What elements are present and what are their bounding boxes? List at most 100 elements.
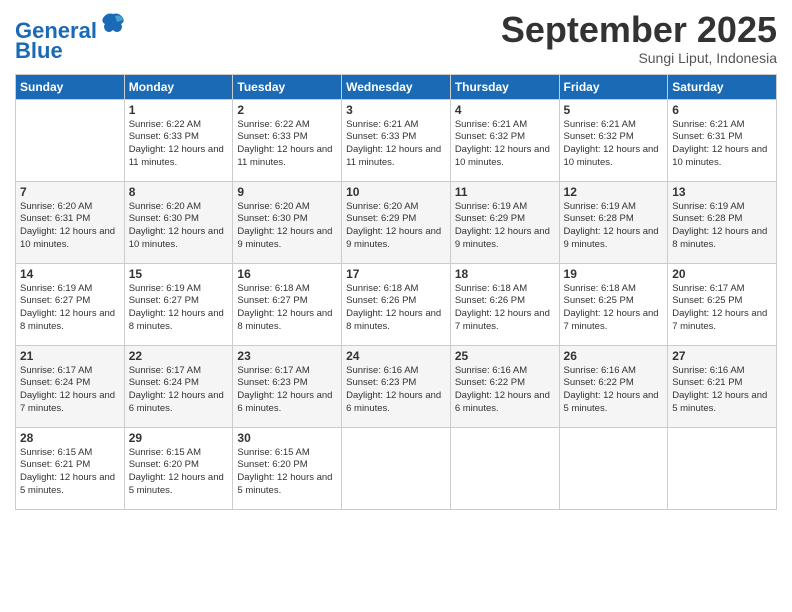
header-sunday: Sunday xyxy=(16,74,125,99)
day-number: 16 xyxy=(237,267,337,281)
day-number: 26 xyxy=(564,349,664,363)
table-row xyxy=(559,427,668,509)
page-header: General Blue September 2025 Sungi Liput,… xyxy=(15,10,777,66)
day-number: 8 xyxy=(129,185,229,199)
day-info: Sunrise: 6:22 AM Sunset: 6:33 PM Dayligh… xyxy=(129,119,229,170)
table-row: 2 Sunrise: 6:22 AM Sunset: 6:33 PM Daylig… xyxy=(233,99,342,181)
table-row: 1 Sunrise: 6:22 AM Sunset: 6:33 PM Daylig… xyxy=(124,99,233,181)
table-row: 27 Sunrise: 6:16 AM Sunset: 6:21 PM Dayli… xyxy=(668,345,777,427)
day-info: Sunrise: 6:20 AM Sunset: 6:30 PM Dayligh… xyxy=(129,201,229,252)
day-number: 30 xyxy=(237,431,337,445)
table-row: 7 Sunrise: 6:20 AM Sunset: 6:31 PM Daylig… xyxy=(16,181,125,263)
table-row: 28Sunrise: 6:15 AM Sunset: 6:21 PM Dayli… xyxy=(16,427,125,509)
day-number: 3 xyxy=(346,103,446,117)
table-row: 10Sunrise: 6:20 AM Sunset: 6:29 PM Dayli… xyxy=(342,181,451,263)
day-number: 13 xyxy=(672,185,772,199)
calendar-week-row: 14 Sunrise: 6:19 AM Sunset: 6:27 PM Dayli… xyxy=(16,263,777,345)
table-row xyxy=(450,427,559,509)
day-info: Sunrise: 6:19 AM Sunset: 6:27 PM Dayligh… xyxy=(129,283,229,334)
month-title: September 2025 xyxy=(501,10,777,50)
day-info: Sunrise: 6:19 AM Sunset: 6:27 PM Dayligh… xyxy=(20,283,120,334)
day-info: Sunrise: 6:16 AM Sunset: 6:21 PM Dayligh… xyxy=(672,365,772,416)
day-number: 23 xyxy=(237,349,337,363)
day-info: Sunrise: 6:20 AM Sunset: 6:30 PM Dayligh… xyxy=(237,201,337,252)
day-info: Sunrise: 6:16 AM Sunset: 6:23 PM Dayligh… xyxy=(346,365,446,416)
table-row: 22Sunrise: 6:17 AM Sunset: 6:24 PM Dayli… xyxy=(124,345,233,427)
table-row: 6 Sunrise: 6:21 AM Sunset: 6:31 PM Daylig… xyxy=(668,99,777,181)
table-row: 8 Sunrise: 6:20 AM Sunset: 6:30 PM Daylig… xyxy=(124,181,233,263)
header-friday: Friday xyxy=(559,74,668,99)
day-number: 19 xyxy=(564,267,664,281)
calendar-week-row: 7 Sunrise: 6:20 AM Sunset: 6:31 PM Daylig… xyxy=(16,181,777,263)
day-info: Sunrise: 6:21 AM Sunset: 6:32 PM Dayligh… xyxy=(455,119,555,170)
day-info: Sunrise: 6:21 AM Sunset: 6:33 PM Dayligh… xyxy=(346,119,446,170)
day-number: 14 xyxy=(20,267,120,281)
day-info: Sunrise: 6:18 AM Sunset: 6:26 PM Dayligh… xyxy=(346,283,446,334)
header-saturday: Saturday xyxy=(668,74,777,99)
location-subtitle: Sungi Liput, Indonesia xyxy=(501,50,777,66)
table-row: 19 Sunrise: 6:18 AM Sunset: 6:25 PM Dayli… xyxy=(559,263,668,345)
logo-bird-icon xyxy=(99,10,127,38)
day-number: 15 xyxy=(129,267,229,281)
calendar-week-row: 28Sunrise: 6:15 AM Sunset: 6:21 PM Dayli… xyxy=(16,427,777,509)
table-row: 3 Sunrise: 6:21 AM Sunset: 6:33 PM Daylig… xyxy=(342,99,451,181)
table-row xyxy=(16,99,125,181)
title-block: September 2025 Sungi Liput, Indonesia xyxy=(501,10,777,66)
table-row: 17 Sunrise: 6:18 AM Sunset: 6:26 PM Dayli… xyxy=(342,263,451,345)
day-number: 6 xyxy=(672,103,772,117)
day-number: 11 xyxy=(455,185,555,199)
day-number: 9 xyxy=(237,185,337,199)
day-number: 1 xyxy=(129,103,229,117)
day-info: Sunrise: 6:21 AM Sunset: 6:32 PM Dayligh… xyxy=(564,119,664,170)
table-row: 23 Sunrise: 6:17 AM Sunset: 6:23 PM Dayli… xyxy=(233,345,342,427)
table-row: 24 Sunrise: 6:16 AM Sunset: 6:23 PM Dayli… xyxy=(342,345,451,427)
table-row: 18Sunrise: 6:18 AM Sunset: 6:26 PM Dayli… xyxy=(450,263,559,345)
table-row: 13 Sunrise: 6:19 AM Sunset: 6:28 PM Dayli… xyxy=(668,181,777,263)
day-number: 5 xyxy=(564,103,664,117)
day-info: Sunrise: 6:20 AM Sunset: 6:31 PM Dayligh… xyxy=(20,201,120,252)
day-info: Sunrise: 6:19 AM Sunset: 6:28 PM Dayligh… xyxy=(672,201,772,252)
day-info: Sunrise: 6:16 AM Sunset: 6:22 PM Dayligh… xyxy=(564,365,664,416)
day-number: 24 xyxy=(346,349,446,363)
table-row: 15 Sunrise: 6:19 AM Sunset: 6:27 PM Dayli… xyxy=(124,263,233,345)
table-row: 30 Sunrise: 6:15 AM Sunset: 6:20 PM Dayli… xyxy=(233,427,342,509)
table-row: 29Sunrise: 6:15 AM Sunset: 6:20 PM Dayli… xyxy=(124,427,233,509)
table-row: 25 Sunrise: 6:16 AM Sunset: 6:22 PM Dayli… xyxy=(450,345,559,427)
table-row: 12Sunrise: 6:19 AM Sunset: 6:28 PM Dayli… xyxy=(559,181,668,263)
table-row: 16 Sunrise: 6:18 AM Sunset: 6:27 PM Dayli… xyxy=(233,263,342,345)
header-tuesday: Tuesday xyxy=(233,74,342,99)
day-number: 17 xyxy=(346,267,446,281)
day-info: Sunrise: 6:17 AM Sunset: 6:23 PM Dayligh… xyxy=(237,365,337,416)
day-number: 18 xyxy=(455,267,555,281)
day-info: Sunrise: 6:17 AM Sunset: 6:25 PM Dayligh… xyxy=(672,283,772,334)
table-row: 4 Sunrise: 6:21 AM Sunset: 6:32 PM Daylig… xyxy=(450,99,559,181)
day-info: Sunrise: 6:21 AM Sunset: 6:31 PM Dayligh… xyxy=(672,119,772,170)
day-number: 4 xyxy=(455,103,555,117)
day-number: 12 xyxy=(564,185,664,199)
day-info: Sunrise: 6:15 AM Sunset: 6:20 PM Dayligh… xyxy=(237,447,337,498)
day-number: 20 xyxy=(672,267,772,281)
day-number: 7 xyxy=(20,185,120,199)
day-number: 25 xyxy=(455,349,555,363)
day-info: Sunrise: 6:18 AM Sunset: 6:27 PM Dayligh… xyxy=(237,283,337,334)
logo: General Blue xyxy=(15,14,127,63)
day-number: 2 xyxy=(237,103,337,117)
day-number: 10 xyxy=(346,185,446,199)
header-monday: Monday xyxy=(124,74,233,99)
table-row xyxy=(342,427,451,509)
day-number: 28 xyxy=(20,431,120,445)
day-number: 21 xyxy=(20,349,120,363)
table-row xyxy=(668,427,777,509)
day-number: 27 xyxy=(672,349,772,363)
day-info: Sunrise: 6:17 AM Sunset: 6:24 PM Dayligh… xyxy=(20,365,120,416)
table-row: 20 Sunrise: 6:17 AM Sunset: 6:25 PM Dayli… xyxy=(668,263,777,345)
day-info: Sunrise: 6:18 AM Sunset: 6:25 PM Dayligh… xyxy=(564,283,664,334)
table-row: 5 Sunrise: 6:21 AM Sunset: 6:32 PM Daylig… xyxy=(559,99,668,181)
header-wednesday: Wednesday xyxy=(342,74,451,99)
table-row: 26 Sunrise: 6:16 AM Sunset: 6:22 PM Dayli… xyxy=(559,345,668,427)
day-info: Sunrise: 6:16 AM Sunset: 6:22 PM Dayligh… xyxy=(455,365,555,416)
day-info: Sunrise: 6:22 AM Sunset: 6:33 PM Dayligh… xyxy=(237,119,337,170)
header-thursday: Thursday xyxy=(450,74,559,99)
table-row: 9 Sunrise: 6:20 AM Sunset: 6:30 PM Daylig… xyxy=(233,181,342,263)
day-info: Sunrise: 6:19 AM Sunset: 6:29 PM Dayligh… xyxy=(455,201,555,252)
